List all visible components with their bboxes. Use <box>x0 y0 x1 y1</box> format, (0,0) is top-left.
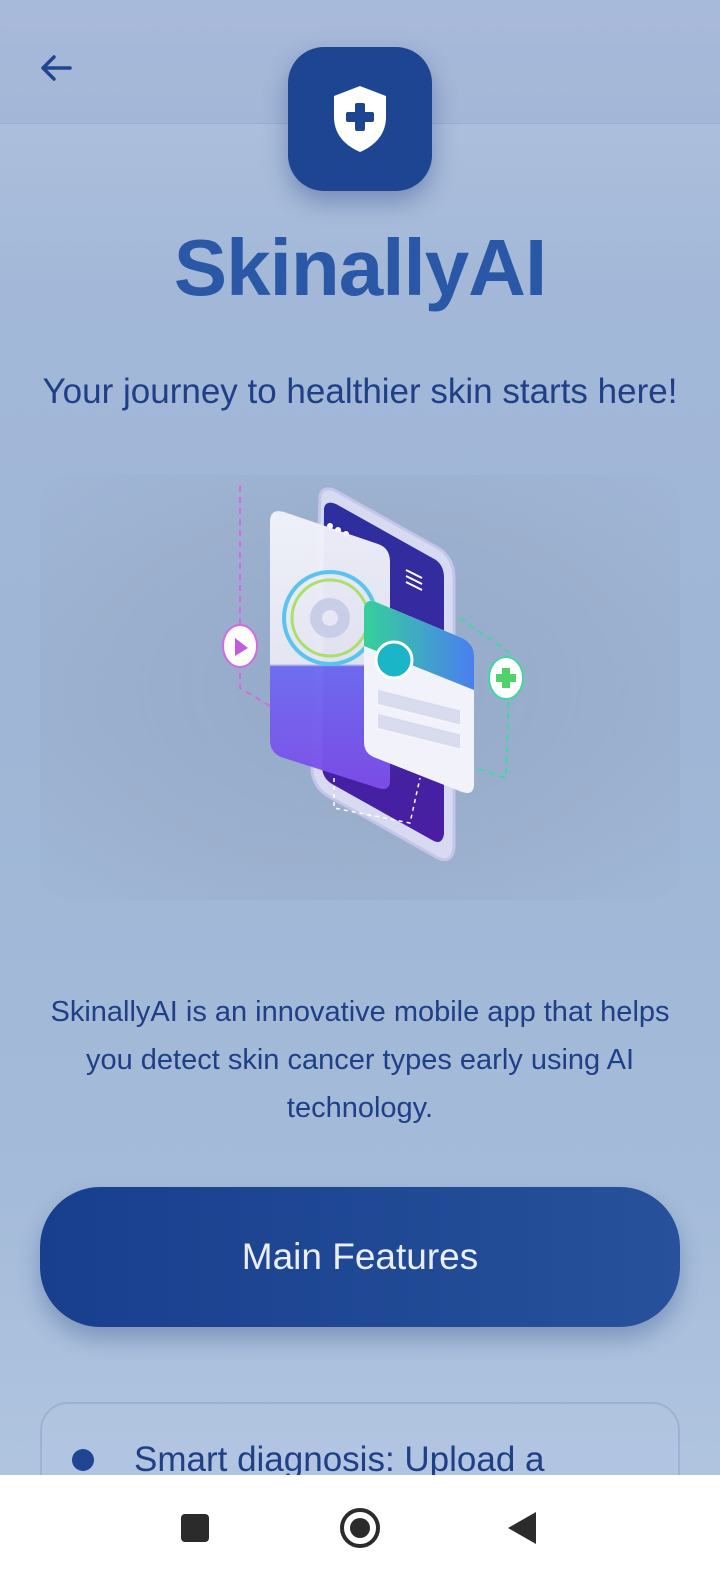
bullet-icon <box>72 1449 94 1471</box>
main-features-label: Main Features <box>241 1236 479 1277</box>
app-logo <box>288 47 432 191</box>
phone-illustration <box>222 486 524 862</box>
home-button[interactable] <box>335 1503 385 1553</box>
app-description: SkinallyAI is an innovative mobile app t… <box>50 996 670 1124</box>
list-item: Smart diagnosis: Upload a <box>72 1440 545 1480</box>
back-nav-button[interactable] <box>497 1503 547 1553</box>
main-features-button[interactable]: Main Features <box>40 1187 680 1327</box>
feature-text: Smart diagnosis: Upload a <box>134 1440 545 1479</box>
triangle-back-icon <box>508 1512 536 1544</box>
circle-home-icon <box>340 1508 380 1548</box>
square-icon <box>181 1514 209 1542</box>
tagline: Your journey to healthier skin starts he… <box>42 372 678 411</box>
app-name: SkinallyAI <box>173 223 547 312</box>
system-nav-bar <box>0 1475 720 1583</box>
shield-plus-icon <box>334 86 386 152</box>
recent-apps-button[interactable] <box>170 1503 220 1553</box>
